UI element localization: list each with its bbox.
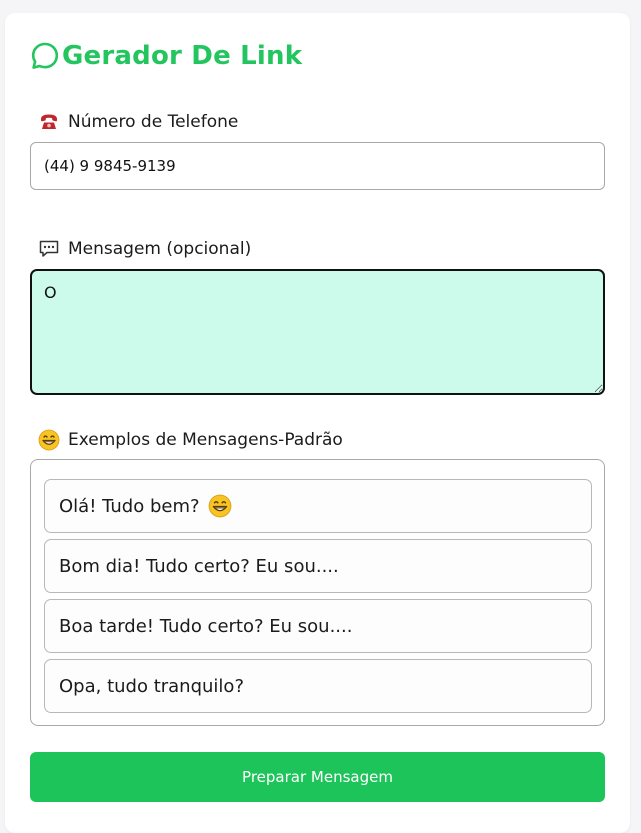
example-text: Opa, tudo tranquilo?: [59, 675, 244, 697]
grinning-face-icon: [38, 429, 60, 451]
prepare-message-button[interactable]: Preparar Mensagem: [30, 752, 605, 802]
example-item-boa-tarde[interactable]: Boa tarde! Tudo certo? Eu sou....: [44, 599, 592, 653]
examples-label-text: Exemplos de Mensagens-Padrão: [68, 430, 343, 450]
phone-label: Número de Telefone: [38, 111, 238, 133]
whatsapp-icon: [30, 41, 60, 71]
telephone-icon: [38, 111, 60, 133]
phone-label-text: Número de Telefone: [68, 112, 239, 132]
example-text: Olá! Tudo bem?: [59, 495, 200, 517]
speech-bubble-icon: [38, 238, 60, 260]
example-item-ola[interactable]: Olá! Tudo bem?: [44, 479, 592, 533]
phone-input[interactable]: [30, 142, 605, 190]
example-text: Boa tarde! Tudo certo? Eu sou....: [59, 615, 353, 637]
examples-label: Exemplos de Mensagens-Padrão: [38, 429, 343, 451]
examples-list: Olá! Tudo bem? Bom dia! Tudo certo? Eu s…: [30, 459, 605, 726]
message-textarea[interactable]: O: [30, 269, 605, 395]
grinning-face-icon: [208, 494, 232, 518]
generator-card: Gerador De Link Número de Telefone Mensa…: [5, 13, 630, 833]
example-item-opa[interactable]: Opa, tudo tranquilo?: [44, 659, 592, 713]
title-text: Gerador De Link: [62, 41, 303, 71]
example-item-bom-dia[interactable]: Bom dia! Tudo certo? Eu sou....: [44, 539, 592, 593]
example-text: Bom dia! Tudo certo? Eu sou....: [59, 555, 339, 577]
page-title: Gerador De Link: [30, 41, 302, 71]
message-label-text: Mensagem (opcional): [68, 239, 252, 259]
message-label: Mensagem (opcional): [38, 238, 251, 260]
